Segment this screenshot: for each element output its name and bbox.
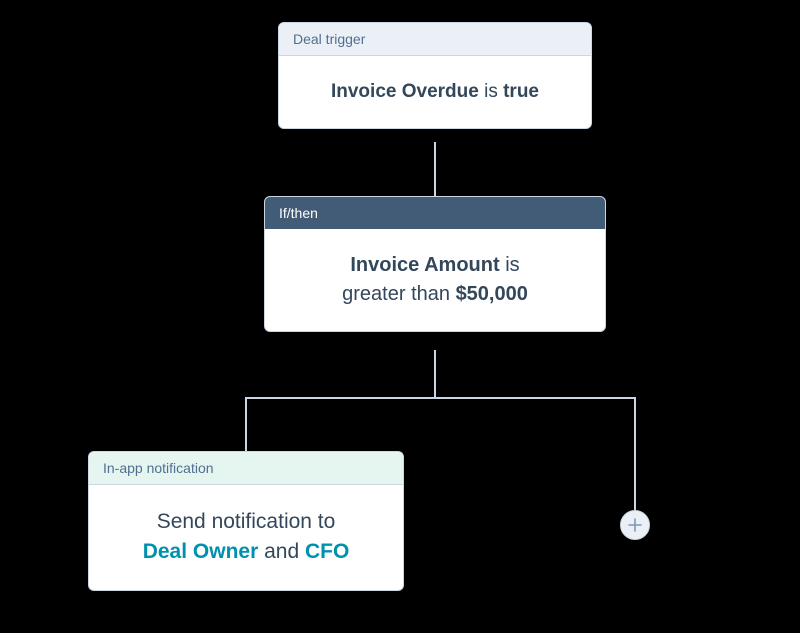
connector-line — [634, 397, 636, 510]
condition-mid1: is — [500, 254, 520, 276]
connector-branch — [245, 397, 635, 399]
condition-field: Invoice Amount — [350, 254, 499, 276]
action-role1: Deal Owner — [143, 540, 259, 563]
trigger-header: Deal trigger — [279, 23, 591, 56]
trigger-field: Invoice Overdue — [331, 81, 479, 102]
condition-line2a: greater than — [342, 283, 455, 305]
action-body: Send notification to Deal Owner and CFO — [89, 485, 403, 590]
trigger-mid: is — [479, 81, 503, 102]
trigger-value: true — [503, 81, 539, 102]
workflow-canvas: Deal trigger Invoice Overdue is true If/… — [0, 0, 800, 633]
condition-body: Invoice Amount is greater than $50,000 — [265, 229, 605, 331]
action-mid: and — [258, 540, 305, 563]
condition-header: If/then — [265, 197, 605, 229]
add-branch-button[interactable] — [620, 510, 650, 540]
connector-line — [434, 350, 436, 398]
connector-line — [434, 142, 436, 196]
trigger-node[interactable]: Deal trigger Invoice Overdue is true — [278, 22, 592, 129]
action-node[interactable]: In-app notification Send notification to… — [88, 451, 404, 591]
plus-icon — [628, 518, 642, 532]
action-line1: Send notification to — [109, 507, 383, 537]
trigger-body: Invoice Overdue is true — [279, 56, 591, 128]
action-header: In-app notification — [89, 452, 403, 485]
condition-value: $50,000 — [456, 283, 528, 305]
action-role2: CFO — [305, 540, 349, 563]
condition-node[interactable]: If/then Invoice Amount is greater than $… — [264, 196, 606, 332]
connector-line — [245, 397, 247, 451]
